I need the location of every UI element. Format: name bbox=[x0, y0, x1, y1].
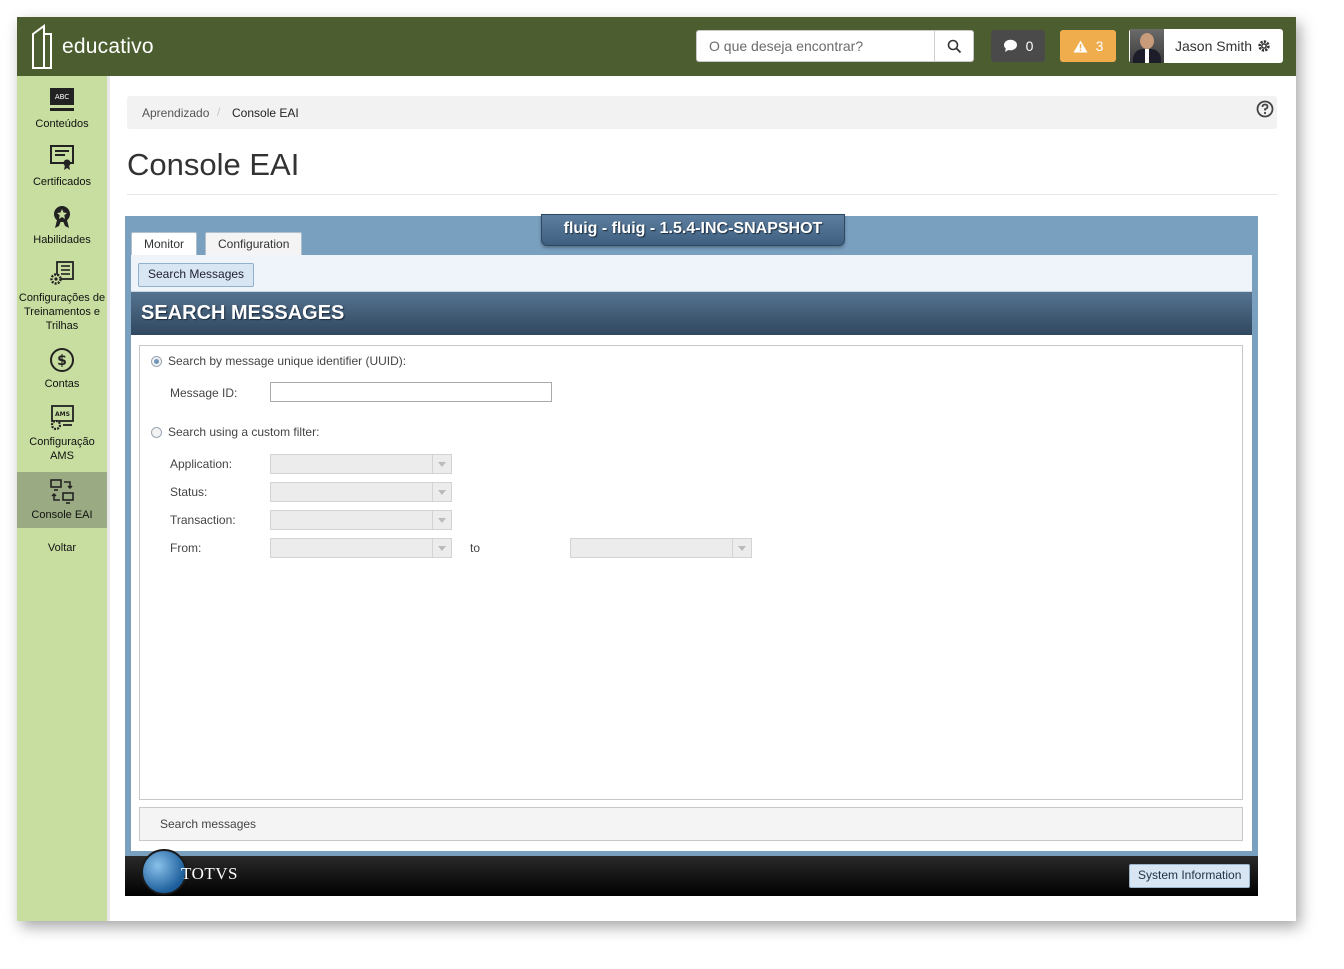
certificate-icon bbox=[17, 145, 107, 171]
sidebar-item-label: Conteúdos bbox=[35, 118, 89, 130]
user-name: Jason Smith bbox=[1175, 38, 1253, 54]
system-information-button[interactable]: System Information bbox=[1129, 864, 1251, 888]
sidebar-item-conteudos[interactable]: ABC Conteúdos bbox=[17, 87, 107, 131]
to-label: to bbox=[470, 541, 481, 555]
breadcrumb: Aprendizado / Console EAI bbox=[127, 96, 1277, 129]
title-divider bbox=[127, 194, 1277, 195]
breadcrumb-parent[interactable]: Aprendizado bbox=[142, 106, 209, 120]
gear-icon bbox=[1258, 40, 1270, 52]
dollar-coin-icon: $ bbox=[17, 347, 107, 373]
sidebar-item-configuracoes-treinamentos[interactable]: Configurações de Treinamentos e Trilhas bbox=[17, 261, 107, 333]
messages-count: 0 bbox=[1025, 38, 1034, 54]
from-label: From: bbox=[170, 541, 202, 555]
user-menu[interactable]: Jason Smith bbox=[1129, 29, 1283, 63]
svg-text:$: $ bbox=[57, 353, 67, 369]
sidebar-item-console-eai[interactable]: Console EAI bbox=[17, 472, 107, 528]
custom-filter-label: Search using a custom filter: bbox=[168, 425, 320, 439]
svg-text:AMS: AMS bbox=[55, 411, 70, 418]
search-input[interactable] bbox=[697, 31, 937, 61]
sidebar-item-certificados[interactable]: Certificados bbox=[17, 145, 107, 189]
tab-configuration[interactable]: Configuration bbox=[205, 232, 303, 255]
brand-name: educativo bbox=[62, 35, 154, 58]
chevron-down-icon bbox=[432, 511, 451, 529]
top-bar: educativo 0 3 bbox=[17, 17, 1296, 76]
search-messages-button[interactable]: Search Messages bbox=[138, 263, 255, 287]
abc-board-icon: ABC bbox=[17, 87, 107, 113]
tab-monitor[interactable]: Monitor bbox=[131, 232, 198, 257]
status-select[interactable] bbox=[270, 482, 452, 502]
warning-icon bbox=[1073, 40, 1088, 52]
ams-settings-icon: AMS bbox=[17, 405, 107, 431]
chat-bubble-icon bbox=[1003, 39, 1017, 52]
section-title: SEARCH MESSAGES bbox=[131, 292, 1252, 335]
sidebar-item-label: Configuração AMS bbox=[29, 436, 95, 462]
status-bar: Search messages bbox=[139, 807, 1243, 841]
sub-navigation: Search Messages bbox=[131, 255, 1252, 292]
version-banner: fluig - fluig - 1.5.4-INC-SNAPSHOT bbox=[541, 214, 845, 246]
message-id-input[interactable] bbox=[270, 382, 552, 402]
settings-list-icon bbox=[17, 261, 107, 287]
message-id-label: Message ID: bbox=[170, 386, 238, 400]
sidebar-item-label: Certificados bbox=[32, 176, 92, 188]
search-form: Search by message unique identifier (UUI… bbox=[139, 345, 1243, 800]
console-footer: TOTVS System Information bbox=[125, 849, 1258, 896]
transaction-select[interactable] bbox=[270, 510, 452, 530]
sidebar-divider bbox=[107, 76, 110, 921]
breadcrumb-current: Console EAI bbox=[232, 106, 299, 120]
monitor-panel: Search Messages SEARCH MESSAGES Search b… bbox=[131, 255, 1252, 851]
application-select[interactable] bbox=[270, 454, 452, 474]
status-label: Status: bbox=[170, 485, 208, 499]
search-button[interactable] bbox=[934, 31, 973, 61]
svg-text:ABC: ABC bbox=[55, 93, 69, 101]
messages-badge[interactable]: 0 bbox=[991, 30, 1045, 62]
footer-brand: TOTVS bbox=[181, 864, 238, 883]
sidebar-item-label: Contas bbox=[44, 378, 80, 390]
brand-logo[interactable]: educativo bbox=[30, 24, 154, 70]
breadcrumb-separator: / bbox=[217, 105, 221, 119]
sidebar-item-habilidades[interactable]: Habilidades bbox=[17, 203, 107, 247]
search-box bbox=[696, 30, 974, 62]
chevron-down-icon bbox=[432, 539, 451, 557]
sidebar-item-label: Console EAI bbox=[31, 509, 93, 521]
sidebar: ABC Conteúdos Certificados Habilidades C… bbox=[17, 76, 107, 921]
uuid-search-radio[interactable] bbox=[151, 356, 162, 367]
application-label: Application: bbox=[170, 457, 233, 471]
educativo-logo-icon bbox=[30, 24, 54, 70]
custom-filter-radio[interactable] bbox=[151, 427, 162, 438]
sidebar-item-label: Habilidades bbox=[33, 234, 91, 246]
award-ribbon-icon bbox=[17, 203, 107, 229]
page-title: Console EAI bbox=[127, 147, 300, 182]
sidebar-item-label: Voltar bbox=[47, 542, 77, 554]
alerts-count: 3 bbox=[1095, 38, 1104, 54]
avatar bbox=[1130, 29, 1164, 63]
network-transfer-icon bbox=[17, 478, 107, 504]
sidebar-item-voltar[interactable]: Voltar bbox=[17, 541, 107, 555]
from-date-select[interactable] bbox=[270, 538, 452, 558]
chevron-down-icon bbox=[732, 539, 751, 557]
uuid-search-label: Search by message unique identifier (UUI… bbox=[168, 354, 407, 368]
app-window: educativo 0 3 bbox=[17, 17, 1296, 921]
chevron-down-icon bbox=[432, 483, 451, 501]
eai-console: Monitor Configuration fluig - fluig - 1.… bbox=[125, 214, 1258, 896]
help-icon[interactable] bbox=[1256, 100, 1274, 123]
search-icon bbox=[947, 39, 961, 53]
alerts-badge[interactable]: 3 bbox=[1060, 30, 1116, 62]
sidebar-item-label: Configurações de Treinamentos e Trilhas bbox=[18, 292, 106, 332]
to-date-select[interactable] bbox=[570, 538, 752, 558]
sidebar-item-contas[interactable]: $ Contas bbox=[17, 347, 107, 391]
chevron-down-icon bbox=[432, 455, 451, 473]
transaction-label: Transaction: bbox=[170, 513, 236, 527]
sidebar-item-configuracao-ams[interactable]: AMS Configuração AMS bbox=[17, 405, 107, 463]
